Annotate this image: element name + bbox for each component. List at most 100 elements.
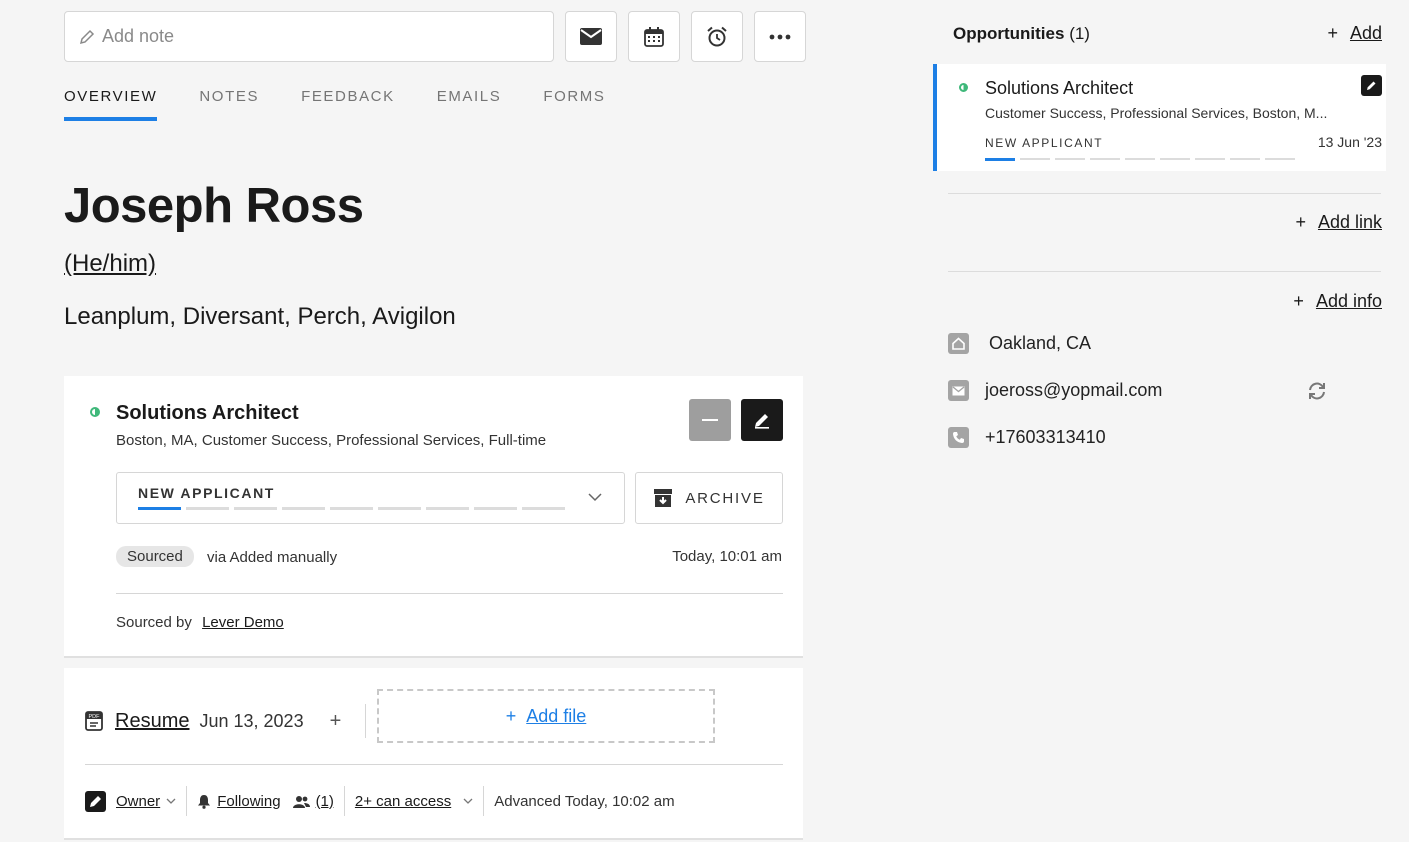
divider [365,704,367,738]
status-dot-icon [90,407,100,417]
archive-button[interactable]: ARCHIVE [635,472,783,524]
sourced-by-label: Sourced by [116,614,192,631]
summary-stage: NEW APPLICANT [985,136,1104,150]
advanced-label: Advanced Today, 10:02 am [494,792,675,810]
chevron-down-icon [588,493,602,502]
divider [85,764,783,765]
location-value: Oakland, CA [989,333,1092,353]
calendar-icon [644,26,664,47]
note-toolbar [64,11,806,62]
opportunities-count: (1) [1069,24,1090,43]
opportunity-subtitle: Boston, MA, Customer Success, Profession… [116,432,547,449]
envelope-icon [580,28,602,45]
archive-box-icon [654,489,673,507]
mail-icon [948,380,969,401]
opportunity-summary-card[interactable]: Solutions Architect Customer Success, Pr… [933,64,1386,171]
tab-feedback[interactable]: FEEDBACK [301,88,395,121]
phone-row: +17603313410 [948,427,1106,448]
followers-icon [292,795,310,808]
source-via: via Added manually [207,549,338,566]
phone-icon [948,427,969,448]
access-dropdown[interactable]: 2+ can access [345,786,485,816]
candidate-companies: Leanplum, Diversant, Perch, Avigilon [64,303,456,330]
home-icon [948,333,969,354]
files-card: PDF Resume Jun 13, 2023 + + Add file Own… [64,668,803,840]
resume-row: PDF Resume Jun 13, 2023 + [85,704,367,738]
edit-opportunity-button[interactable] [741,399,783,441]
divider [948,271,1381,272]
summary-edit-button[interactable] [1361,75,1382,96]
followers-count[interactable]: (1) [316,793,334,810]
refresh-icon[interactable] [1306,380,1328,402]
tab-notes[interactable]: NOTES [199,88,259,121]
resume-link[interactable]: Resume [115,710,189,733]
edit-pencil-icon [1367,81,1376,90]
candidate-pronouns[interactable]: (He/him) [64,250,156,278]
reminder-button[interactable] [691,11,743,62]
pdf-file-icon: PDF [85,711,103,731]
stage-progress [138,507,565,510]
svg-text:PDF: PDF [89,714,101,720]
plus-icon: + [1293,291,1304,311]
status-dot-icon [959,83,968,92]
more-actions-button[interactable] [754,11,806,62]
meta-row: Owner Following (1) 2+ can access Advanc… [85,786,685,816]
pencil-icon [79,29,95,44]
bell-icon [198,794,211,809]
opportunities-label: Opportunities [953,24,1065,43]
access-label: 2+ can access [354,792,452,810]
opportunity-timestamp: Today, 10:01 am [672,548,782,565]
add-link-label: Add link [1317,212,1382,232]
source-badge: Sourced [116,546,194,567]
divider [116,593,783,594]
add-file-link[interactable]: Add file [526,706,586,727]
divider [948,193,1381,194]
add-note-input[interactable] [102,26,522,47]
chevron-down-icon [463,798,473,804]
plus-icon: + [1327,23,1338,43]
add-opportunity-label: Add [1349,23,1382,43]
add-info-button[interactable]: + Add info [1293,291,1382,312]
add-link-button[interactable]: + Add link [1295,212,1382,233]
stage-label: NEW APPLICANT [138,485,275,501]
profile-tabs: OVERVIEW NOTES FEEDBACK EMAILS FORMS [64,88,606,121]
following-label: Following [217,792,281,810]
archive-label: ARCHIVE [685,489,765,507]
resume-date: Jun 13, 2023 [199,710,304,731]
summary-title: Solutions Architect [985,78,1134,98]
opportunity-card: Solutions Architect Boston, MA, Customer… [64,376,803,658]
email-value[interactable]: joeross@yopmail.com [985,380,1162,401]
minus-icon [702,418,718,421]
edit-pencil-icon [755,414,769,429]
ellipsis-icon [769,34,791,39]
email-button[interactable] [565,11,617,62]
summary-stage-progress [985,158,1295,161]
owner-dropdown[interactable]: Owner [85,786,188,816]
add-resume-icon[interactable]: + [330,710,342,733]
phone-value: +17603313410 [985,427,1106,447]
opportunities-header: Opportunities (1) [953,24,1090,44]
add-opportunity-button[interactable]: + Add [1327,23,1382,44]
plus-icon: + [1295,212,1306,232]
location-row: Oakland, CA [948,333,1091,354]
sourced-by-link[interactable]: Lever Demo [202,614,284,631]
candidate-name: Joseph Ross [64,179,364,233]
tab-overview[interactable]: OVERVIEW [64,88,158,121]
plus-icon: + [505,705,517,726]
chevron-down-icon [166,798,176,804]
stage-selector[interactable]: NEW APPLICANT [116,472,625,524]
opportunity-title: Solutions Architect [116,402,299,424]
tab-emails[interactable]: EMAILS [437,88,502,121]
schedule-button[interactable] [628,11,680,62]
add-file-dropzone[interactable]: + Add file [377,689,715,743]
summary-date: 13 Jun '23 [1317,134,1382,150]
owner-avatar-icon [85,790,106,812]
email-row: joeross@yopmail.com [948,380,1162,401]
tab-forms[interactable]: FORMS [543,88,605,121]
following-toggle[interactable]: Following (1) [187,786,345,816]
add-info-label: Add info [1315,291,1382,311]
advanced-timestamp: Advanced Today, 10:02 am [484,786,684,816]
owner-label: Owner [116,792,161,810]
collapse-button[interactable] [689,399,731,441]
add-note-field[interactable] [64,11,554,62]
